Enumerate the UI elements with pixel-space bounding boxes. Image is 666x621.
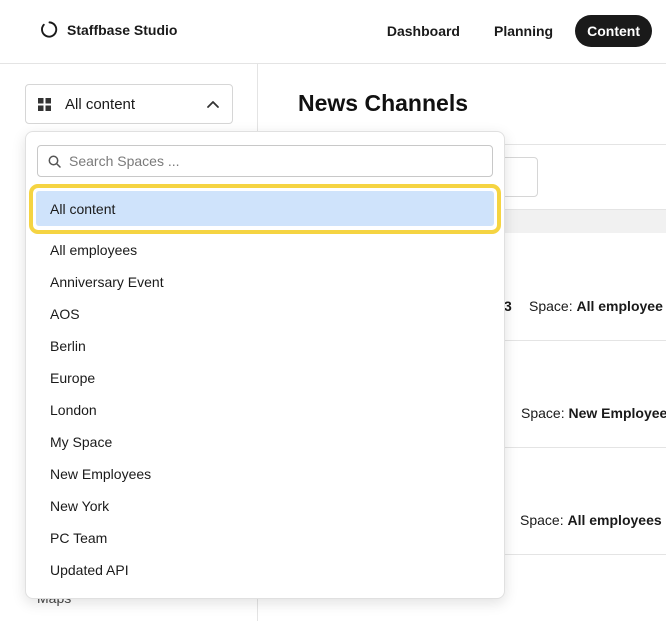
search-field[interactable] (37, 145, 493, 177)
option-item[interactable]: New Employees (26, 458, 504, 490)
option-selected[interactable]: All content (36, 191, 494, 226)
search-input[interactable] (69, 153, 482, 169)
brand[interactable]: Staffbase Studio (40, 20, 177, 39)
option-item[interactable]: PC Team (26, 522, 504, 554)
option-item[interactable]: All employees (26, 234, 504, 266)
option-item[interactable]: Updated API (26, 554, 504, 586)
option-item[interactable]: Anniversary Event (26, 266, 504, 298)
main-nav: Dashboard Planning Content (375, 15, 652, 47)
nav-content[interactable]: Content (575, 15, 652, 47)
option-item[interactable]: My Space (26, 426, 504, 458)
space-label: Space: (520, 512, 564, 528)
nav-planning[interactable]: Planning (482, 15, 565, 47)
space-dropdown: All content All employees Anniversary Ev… (25, 131, 505, 599)
option-item[interactable]: Berlin (26, 330, 504, 362)
option-item[interactable]: Europe (26, 362, 504, 394)
space-selector[interactable]: All content (25, 84, 233, 124)
row-space-1: Space: All employee (529, 298, 663, 314)
row-space-2: Space: New Employee (521, 405, 666, 421)
option-item[interactable]: London (26, 394, 504, 426)
option-item[interactable]: New York (26, 490, 504, 522)
staffbase-logo-icon (41, 21, 58, 38)
search-icon (48, 155, 61, 168)
top-header: Staffbase Studio Dashboard Planning Cont… (0, 0, 666, 64)
space-label: Space: (529, 298, 573, 314)
row-space-3: Space: All employees (520, 512, 662, 528)
grid-icon (38, 97, 51, 111)
space-selector-label: All content (65, 95, 136, 113)
chevron-up-icon (207, 101, 219, 108)
row-count: 3 (504, 298, 512, 314)
space-value: All employees (567, 512, 662, 528)
nav-dashboard[interactable]: Dashboard (375, 15, 472, 47)
option-item[interactable]: AOS (26, 298, 504, 330)
space-value: All employee (576, 298, 663, 314)
space-label: Space: (521, 405, 565, 421)
space-value: New Employee (568, 405, 666, 421)
page-title: News Channels (298, 90, 468, 116)
option-list: All employees Anniversary Event AOS Berl… (26, 234, 504, 586)
brand-name: Staffbase Studio (67, 21, 178, 38)
